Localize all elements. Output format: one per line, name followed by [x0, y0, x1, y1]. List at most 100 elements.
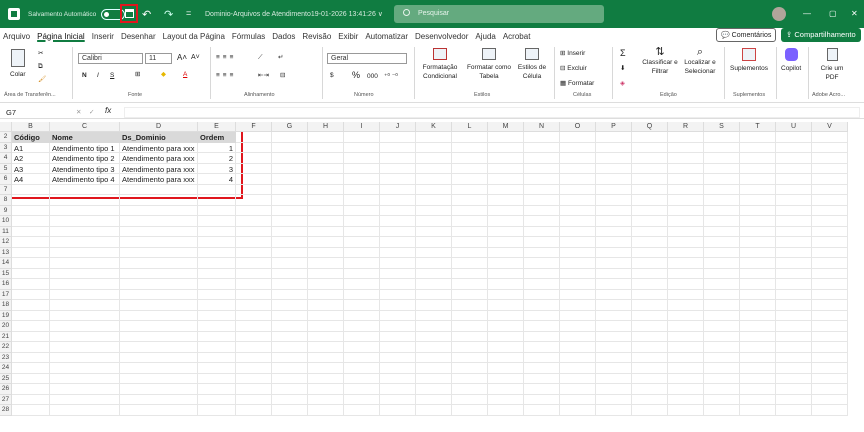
column-header[interactable]: O — [560, 122, 596, 132]
undo-icon[interactable]: ↶ — [142, 8, 151, 21]
autosum-icon[interactable]: Σ — [620, 49, 626, 58]
table-header-cell[interactable]: Nome — [50, 132, 120, 143]
table-cell[interactable]: Atendimento tipo 3 — [50, 164, 120, 175]
row-header[interactable]: 21 — [0, 331, 12, 342]
format-table-button[interactable]: Formatar como Tabela — [465, 48, 513, 81]
number-format-select[interactable]: Geral — [327, 53, 407, 64]
column-header[interactable]: G — [272, 122, 308, 132]
column-header[interactable]: J — [380, 122, 416, 132]
row-header[interactable]: 15 — [0, 268, 12, 279]
wrap-text-icon[interactable]: ↵ — [278, 53, 283, 62]
column-header[interactable]: R — [668, 122, 704, 132]
table-cell[interactable]: Atendimento para xxx — [120, 143, 198, 154]
column-header[interactable]: C — [50, 122, 120, 132]
row-header[interactable]: 12 — [0, 237, 12, 248]
column-header[interactable]: L — [452, 122, 488, 132]
row-header[interactable]: 14 — [0, 258, 12, 269]
insert-cells-button[interactable]: ⊞ Inserir — [560, 49, 585, 58]
minimize-button[interactable]: — — [803, 9, 811, 18]
row-header[interactable]: 10 — [0, 216, 12, 227]
tab-automatizar[interactable]: Automatizar — [362, 32, 412, 41]
row-header[interactable]: 3 — [0, 142, 12, 153]
fill-color-icon[interactable]: ◆ — [161, 70, 166, 79]
sort-filter-button[interactable]: ⇅ Classificar e Filtrar — [642, 47, 678, 76]
column-header[interactable]: E — [198, 122, 236, 132]
column-header[interactable]: T — [740, 122, 776, 132]
table-cell[interactable]: 3 — [198, 164, 236, 175]
share-button[interactable]: ⇪ Compartilhamento — [781, 28, 861, 42]
row-header[interactable]: 22 — [0, 342, 12, 353]
name-box[interactable]: G7 — [3, 107, 63, 118]
column-header[interactable]: B — [12, 122, 50, 132]
document-title[interactable]: Dominio-Arquivos de Atendimento19-01-202… — [205, 10, 383, 18]
table-cell[interactable]: A3 — [12, 164, 50, 175]
formula-input[interactable] — [124, 107, 860, 118]
paste-button[interactable]: Colar — [10, 49, 26, 79]
close-button[interactable]: ✕ — [851, 9, 858, 18]
table-header-cell[interactable]: Ds_Dominio — [120, 132, 198, 143]
column-header[interactable]: Q — [632, 122, 668, 132]
select-all-corner[interactable] — [0, 122, 12, 132]
grow-font-icon[interactable]: A˄ — [177, 53, 187, 62]
clear-icon[interactable]: ◈ — [620, 79, 625, 88]
font-name-select[interactable]: Calibri — [78, 53, 143, 64]
table-header-cell[interactable]: Código — [12, 132, 50, 143]
search-box[interactable]: Pesquisar — [394, 5, 604, 23]
tab-desenhar[interactable]: Desenhar — [118, 32, 160, 41]
tab-ajuda[interactable]: Ajuda — [472, 32, 499, 41]
row-header[interactable]: 16 — [0, 279, 12, 290]
table-cell[interactable]: Atendimento tipo 4 — [50, 174, 120, 185]
enter-icon[interactable]: ✓ — [89, 108, 94, 117]
vertical-align-icons[interactable]: ≡≡≡ — [216, 53, 236, 62]
column-header[interactable]: K — [416, 122, 452, 132]
table-cell[interactable]: Atendimento tipo 1 — [50, 143, 120, 154]
row-header[interactable]: 19 — [0, 310, 12, 321]
column-header[interactable]: U — [776, 122, 812, 132]
format-painter-icon[interactable]: 🖌 — [38, 75, 46, 84]
tab-arquivo[interactable]: Arquivo — [0, 32, 34, 41]
table-cell[interactable]: Atendimento para xxx — [120, 174, 198, 185]
table-cell[interactable]: 1 — [198, 143, 236, 154]
format-cells-button[interactable]: ▦ Formatar — [560, 79, 594, 88]
redo-icon[interactable]: ↷ — [164, 8, 173, 21]
table-cell[interactable]: Atendimento tipo 2 — [50, 153, 120, 164]
conditional-format-button[interactable]: Formatação Condicional — [419, 48, 461, 81]
restore-button[interactable]: ▢ — [829, 9, 837, 18]
row-header[interactable]: 24 — [0, 363, 12, 374]
tab-página-inicial[interactable]: Página Inicial — [34, 32, 89, 41]
avatar[interactable] — [772, 7, 786, 21]
horizontal-align-icons[interactable]: ≡≡≡ — [216, 71, 236, 80]
table-cell[interactable]: Atendimento para xxx — [120, 153, 198, 164]
column-header[interactable]: N — [524, 122, 560, 132]
table-cell[interactable]: A4 — [12, 174, 50, 185]
row-header[interactable]: 5 — [0, 163, 12, 174]
table-cell[interactable]: 4 — [198, 174, 236, 185]
column-header[interactable]: F — [236, 122, 272, 132]
font-color-icon[interactable]: A — [183, 70, 187, 79]
bold-button[interactable]: N — [82, 71, 87, 80]
table-header-cell[interactable]: Ordem — [198, 132, 236, 143]
column-header[interactable]: S — [704, 122, 740, 132]
find-select-button[interactable]: ⌕ Localizar e Selecionar — [680, 47, 720, 76]
row-header[interactable]: 18 — [0, 300, 12, 311]
table-cell[interactable]: A2 — [12, 153, 50, 164]
delete-cells-button[interactable]: ⊟ Excluir — [560, 64, 587, 73]
customize-toolbar-icon[interactable]: = — [186, 8, 191, 18]
row-header[interactable]: 13 — [0, 247, 12, 258]
row-header[interactable]: 6 — [0, 174, 12, 185]
row-header[interactable]: 7 — [0, 184, 12, 195]
tab-fórmulas[interactable]: Fórmulas — [229, 32, 269, 41]
table-cell[interactable]: A1 — [12, 143, 50, 154]
tab-dados[interactable]: Dados — [269, 32, 299, 41]
decimal-icons[interactable]: ⁺⁰ ⁻⁰ — [384, 72, 398, 81]
fill-icon[interactable]: ⬇ — [620, 64, 625, 73]
row-header[interactable]: 25 — [0, 373, 12, 384]
borders-icon[interactable]: ⊞ — [135, 70, 140, 79]
insert-function-button[interactable]: fx — [105, 106, 111, 115]
column-header[interactable]: P — [596, 122, 632, 132]
tab-inserir[interactable]: Inserir — [89, 32, 118, 41]
merge-center-icon[interactable]: ⊟ — [280, 71, 285, 80]
shrink-font-icon[interactable]: A˅ — [191, 53, 200, 62]
row-header[interactable]: 2 — [0, 132, 12, 143]
row-header[interactable]: 9 — [0, 205, 12, 216]
